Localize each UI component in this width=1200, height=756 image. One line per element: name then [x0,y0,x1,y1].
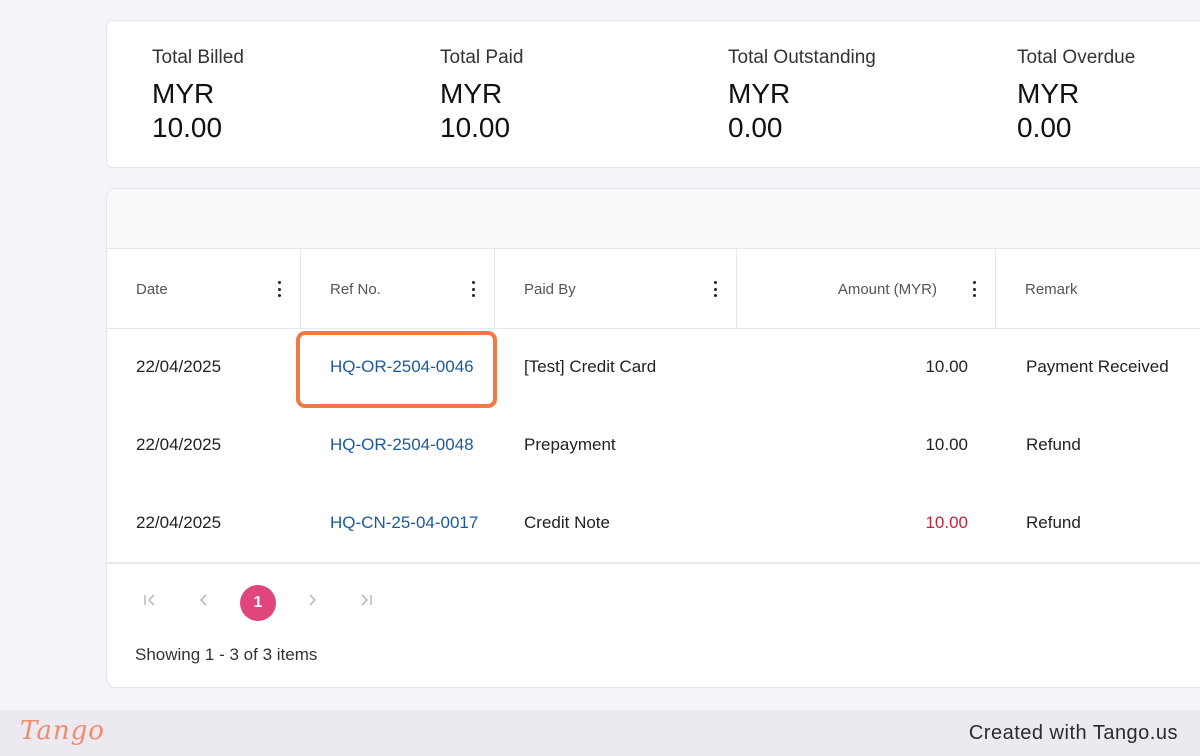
summary-label: Total Overdue [1017,47,1136,68]
cell-paid-by: [Test] Credit Card [524,357,657,376]
table-toolbar [107,189,1200,249]
column-header-date[interactable]: Date [107,249,301,329]
total-overdue: Total Overdue MYR 0.00 [1017,47,1135,145]
tango-credit: Created with Tango.us [968,722,1178,744]
ref-no-link[interactable]: HQ-CN-25-04-0017 [330,484,478,562]
total-paid: Total Paid MYR 10.00 [440,47,523,145]
ref-no-link[interactable]: HQ-OR-2504-0046 [330,328,474,406]
cell-remark: Payment Received [1026,357,1169,376]
cell-date: 22/04/2025 [136,513,222,532]
cell-date: 22/04/2025 [136,435,222,454]
column-header-paid-by[interactable]: Paid By [495,249,737,329]
summary-value: 0.00 [1017,112,1072,143]
cell-amount: 10.00 [925,357,968,376]
cell-remark: Refund [1026,435,1081,454]
total-outstanding: Total Outstanding MYR 0.00 [728,47,876,145]
summary-currency: MYR [1017,78,1080,109]
cell-date: 22/04/2025 [136,357,222,376]
chevron-right-icon[interactable] [298,586,326,614]
cell-amount: 10.00 [925,435,968,454]
cell-amount: 10.00 [925,513,968,532]
payments-table: Date Ref No. Paid By Amount (MYR) Remark… [106,188,1200,688]
column-menu-icon[interactable] [471,281,475,297]
column-menu-icon[interactable] [713,281,717,297]
summary-currency: MYR [728,78,791,109]
summary-currency: MYR [152,78,215,109]
cell-paid-by: Credit Note [524,513,610,532]
table-footer-divider [107,562,1200,564]
summary-label: Total Billed [152,47,244,68]
tango-footer: Tango Created with Tango.us [0,710,1200,756]
summary-label: Total Outstanding [728,47,876,68]
pagination-summary: Showing 1 - 3 of 3 items [135,645,318,664]
cell-paid-by: Prepayment [524,435,616,454]
summary-currency: MYR [440,78,503,109]
column-header-ref-no[interactable]: Ref No. [301,249,495,329]
tango-logo: Tango [20,716,105,746]
column-menu-icon[interactable] [277,281,281,297]
last-page-icon[interactable] [352,586,380,614]
summary-value: 10.00 [152,112,223,143]
summary-value: 10.00 [440,112,511,143]
column-header-label: Paid By [524,280,576,298]
first-page-icon[interactable] [136,586,164,614]
ref-no-link[interactable]: HQ-OR-2504-0048 [330,406,474,484]
table-row: 22/04/2025 HQ-CN-25-04-0017 Credit Note … [107,484,1200,562]
column-header-amount[interactable]: Amount (MYR) [737,249,996,329]
summary-label: Total Paid [440,47,524,68]
table-row: 22/04/2025 HQ-OR-2504-0046 [Test] Credit… [107,328,1200,406]
table-row: 22/04/2025 HQ-OR-2504-0048 Prepayment 10… [107,406,1200,484]
column-header-label: Date [136,280,168,298]
column-header-label: Ref No. [330,280,381,298]
column-header-label: Remark [1025,280,1078,298]
summary-value: 0.00 [728,112,783,143]
summary-card: Total Billed MYR 10.00 Total Paid MYR 10… [106,20,1200,168]
table-header: Date Ref No. Paid By Amount (MYR) Remark [107,249,1200,329]
cell-remark: Refund [1026,513,1081,532]
page-number-button[interactable]: 1 [240,585,276,621]
total-billed: Total Billed MYR 10.00 [152,47,244,145]
chevron-left-icon[interactable] [190,586,218,614]
column-menu-icon[interactable] [972,281,976,297]
column-header-label: Amount (MYR) [837,280,937,298]
column-header-remark[interactable]: Remark [996,249,1200,329]
